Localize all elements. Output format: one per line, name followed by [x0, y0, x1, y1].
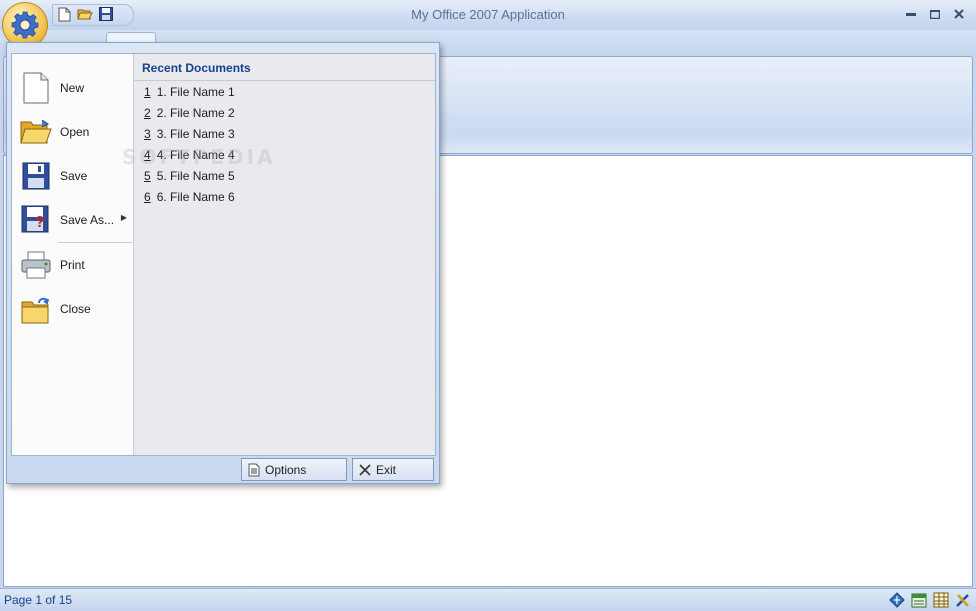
recent-item-name: 3. File Name 3	[156, 127, 235, 141]
printer-icon	[16, 245, 56, 285]
menu-save-label: Save	[60, 169, 88, 183]
close-button[interactable]	[950, 6, 968, 22]
recent-document-item[interactable]: 6 6. File Name 6	[144, 188, 235, 206]
menu-open-label: Open	[60, 125, 90, 139]
recent-item-name: 5. File Name 5	[156, 169, 235, 183]
recent-document-item[interactable]: 3 3. File Name 3	[144, 125, 235, 143]
recent-document-item[interactable]: 2 2. File Name 2	[144, 104, 235, 122]
submenu-arrow-icon: ▶	[120, 213, 127, 222]
window-controls	[902, 6, 968, 22]
svg-text:?: ?	[35, 214, 45, 231]
recent-item-name: 2. File Name 2	[156, 106, 235, 120]
recent-item-name: 6. File Name 6	[156, 190, 235, 204]
recent-document-item[interactable]: 5 5. File Name 5	[144, 167, 235, 185]
menu-print-button[interactable]: Print	[12, 243, 133, 287]
recent-divider	[134, 80, 435, 81]
quick-access-toolbar	[52, 4, 134, 26]
save-disk-icon	[99, 7, 113, 21]
options-button[interactable]: Options	[241, 458, 347, 481]
save-as-icon: ?	[16, 200, 56, 240]
menu-print-label: Print	[60, 258, 85, 272]
recent-documents-pane: Recent Documents 1 1. File Name 1 2 2. Fil…	[134, 54, 435, 455]
save-disk-icon	[16, 156, 56, 196]
recent-item-accelerator: 2	[144, 106, 151, 120]
qat-save-button[interactable]	[97, 5, 115, 23]
maximize-button[interactable]	[926, 6, 944, 22]
recent-item-accelerator: 3	[144, 127, 151, 141]
application-menu-body: New Open Save ? Save As... ▶ Print Close…	[11, 53, 436, 456]
menu-save-as-button[interactable]: ? Save As... ▶	[12, 198, 133, 242]
application-menu: New Open Save ? Save As... ▶ Print Close…	[6, 42, 440, 484]
status-tools-button[interactable]	[953, 590, 972, 609]
navigate-icon	[888, 591, 905, 608]
open-folder-icon	[16, 112, 56, 152]
exit-label: Exit	[376, 462, 397, 477]
exit-button[interactable]: Exit	[352, 458, 434, 481]
options-label: Options	[265, 462, 307, 477]
recent-item-accelerator: 6	[144, 190, 151, 204]
calendar-icon	[911, 593, 926, 607]
menu-new-button[interactable]: New	[12, 66, 133, 110]
options-icon	[246, 462, 262, 478]
menu-save-as-label: Save As...	[60, 213, 115, 227]
page-indicator: Page 1 of 15	[4, 593, 73, 607]
qat-open-button[interactable]	[76, 5, 94, 23]
window-title: My Office 2007 Application	[411, 7, 565, 22]
title-bar: My Office 2007 Application	[0, 0, 976, 31]
recent-item-accelerator: 1	[144, 85, 151, 99]
new-document-icon	[16, 68, 56, 108]
recent-item-name: 4. File Name 4	[156, 148, 235, 162]
qat-new-button[interactable]	[55, 5, 73, 23]
recent-documents-title: Recent Documents	[142, 61, 251, 75]
recent-item-accelerator: 4	[144, 148, 151, 162]
recent-document-item[interactable]: 4 4. File Name 4	[144, 146, 235, 164]
status-icons	[887, 590, 972, 609]
status-bar: Page 1 of 15	[0, 588, 976, 611]
menu-save-button[interactable]: Save	[12, 154, 133, 198]
exit-icon	[357, 462, 373, 478]
tools-icon	[955, 593, 969, 607]
close-folder-icon	[16, 289, 56, 329]
status-navigate-button[interactable]	[887, 590, 906, 609]
open-folder-icon	[77, 9, 93, 20]
gear-icon	[11, 11, 39, 39]
menu-close-label: Close	[60, 302, 91, 316]
recent-item-accelerator: 5	[144, 169, 151, 183]
minimize-button[interactable]	[902, 6, 920, 22]
menu-close-button[interactable]: Close	[12, 287, 133, 331]
status-table-button[interactable]	[931, 590, 950, 609]
new-document-icon	[58, 7, 70, 21]
recent-document-item[interactable]: 1 1. File Name 1	[144, 83, 235, 101]
status-calendar-button[interactable]	[909, 590, 928, 609]
command-pane: New Open Save ? Save As... ▶ Print Close	[12, 54, 134, 455]
maximize-icon	[930, 9, 940, 19]
minimize-icon	[906, 12, 916, 16]
table-icon	[933, 592, 948, 607]
recent-item-name: 1. File Name 1	[156, 85, 235, 99]
menu-open-button[interactable]: Open	[12, 110, 133, 154]
close-icon	[954, 9, 964, 19]
menu-new-label: New	[60, 81, 85, 95]
